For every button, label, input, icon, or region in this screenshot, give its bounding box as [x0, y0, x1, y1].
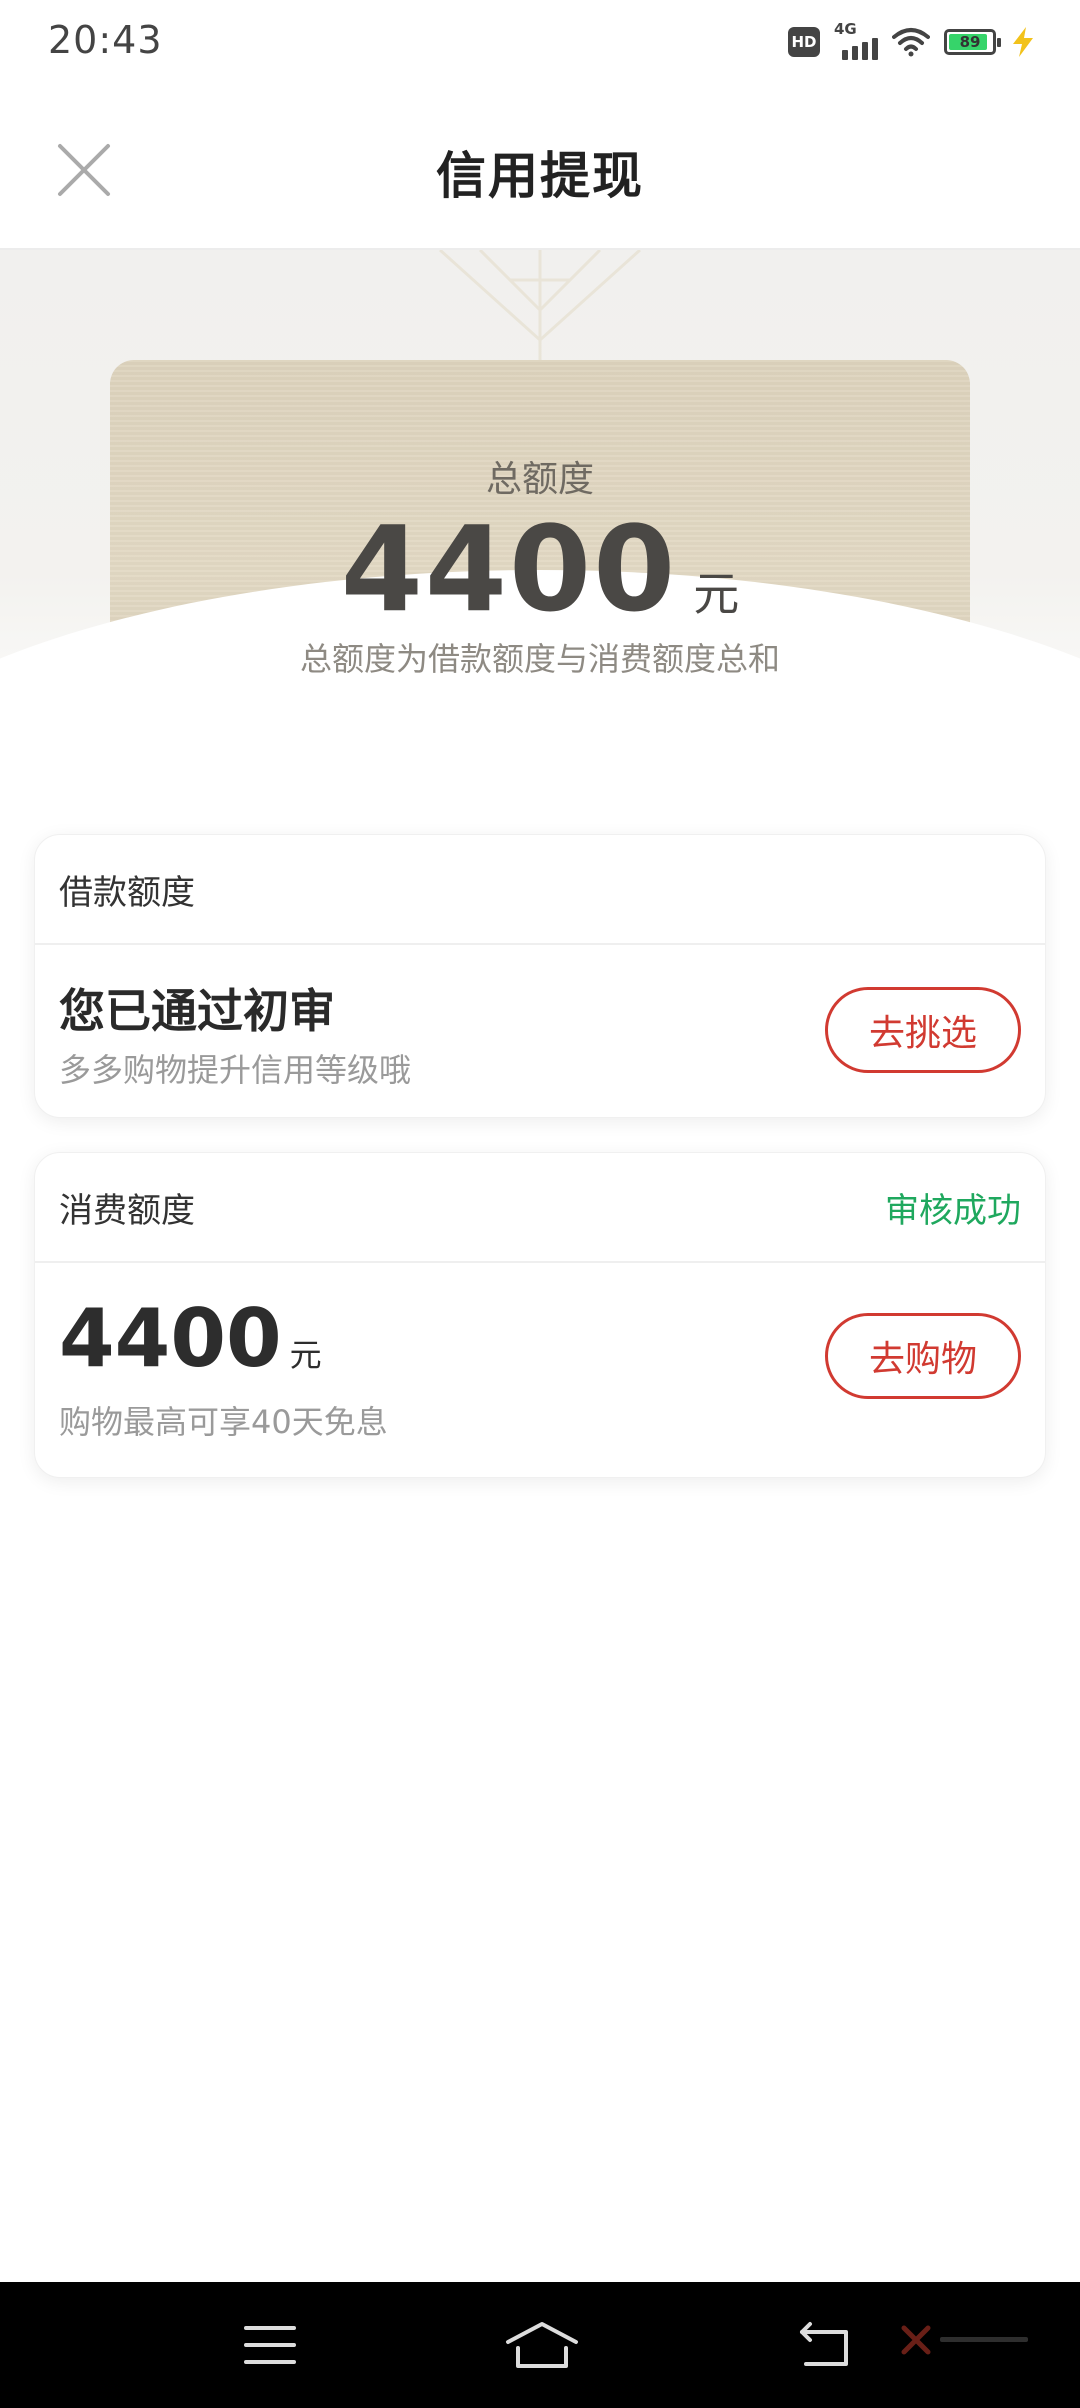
header: 信用提现	[0, 84, 1080, 250]
signal-icon: 4G	[834, 20, 878, 60]
loan-hint-text: 多多购物提升信用等级哦	[59, 1051, 412, 1089]
total-limit-amount: 4400	[340, 500, 678, 638]
consumption-amount: 4400	[59, 1292, 282, 1385]
page-title: 信用提现	[436, 147, 644, 205]
credit-hero: 总额度 4400 元 总额度为借款额度与消费额度总和	[0, 250, 1080, 790]
total-limit-description: 总额度为借款额度与消费额度总和	[299, 640, 780, 678]
total-limit-label: 总额度	[485, 459, 594, 500]
back-icon[interactable]	[796, 2320, 856, 2370]
shop-button[interactable]: 去购物	[825, 1313, 1021, 1399]
consumption-limit-title: 消费额度	[59, 1190, 195, 1231]
battery-icon: 89	[944, 29, 1001, 55]
watermark-logo	[900, 2324, 1030, 2356]
consumption-limit-body: 4400 元 购物最高可享40天免息 去购物	[35, 1263, 1045, 1477]
total-limit-unit: 元	[693, 567, 740, 621]
hd-icon: HD	[788, 27, 820, 57]
menu-icon[interactable]	[240, 2320, 300, 2370]
interest-free-hint: 购物最高可享40天免息	[59, 1403, 388, 1441]
wifi-icon	[892, 27, 930, 57]
decorative-lattice	[438, 250, 642, 360]
loan-limit-title: 借款额度	[59, 872, 195, 913]
navigation-bar	[0, 2282, 1080, 2408]
consumption-limit-card: 消费额度 审核成功 4400 元 购物最高可享40天免息 去购物	[34, 1152, 1046, 1478]
status-icons: HD 4G 89	[788, 20, 1036, 62]
watermark-icon	[901, 2325, 931, 2355]
loan-limit-header: 借款额度	[35, 835, 1045, 945]
watermark-text-glyph	[940, 2337, 1028, 2342]
status-badge: 审核成功	[885, 1190, 1021, 1231]
total-limit-amount-row: 4400 元	[0, 510, 1080, 628]
network-type-label: 4G	[834, 20, 857, 38]
battery-level: 89	[959, 33, 981, 51]
status-bar: 20:43 HD 4G 89	[0, 0, 1080, 84]
loan-limit-body: 您已通过初审 多多购物提升信用等级哦 去挑选	[35, 945, 1045, 1117]
loan-limit-card: 借款额度 您已通过初审 多多购物提升信用等级哦 去挑选	[34, 834, 1046, 1118]
home-icon[interactable]	[504, 2320, 580, 2370]
consumption-limit-header: 消费额度 审核成功	[35, 1153, 1045, 1263]
charging-icon	[1013, 27, 1033, 57]
select-button[interactable]: 去挑选	[825, 987, 1021, 1073]
consumption-amount-row: 4400 元	[59, 1299, 322, 1379]
consumption-unit: 元	[289, 1336, 322, 1374]
status-time: 20:43	[48, 18, 163, 62]
loan-status-text: 您已通过初审	[59, 984, 335, 1038]
